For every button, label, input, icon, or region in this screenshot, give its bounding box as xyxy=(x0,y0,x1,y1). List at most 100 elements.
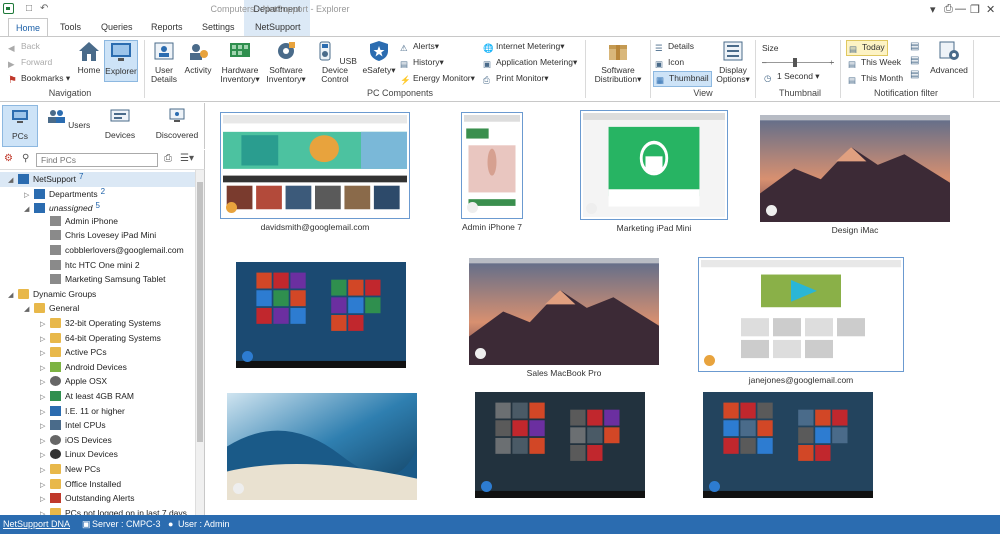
alert-filter-icon[interactable]: ⚙ xyxy=(4,153,13,164)
software-distribution-button[interactable]: Software Distribution▾ xyxy=(590,40,646,84)
users-view-button[interactable]: Users xyxy=(44,105,92,147)
discovered-view-button[interactable]: Discovered xyxy=(150,105,204,147)
expand-icon[interactable]: ▷ xyxy=(40,335,50,343)
display-options-button[interactable]: Display Options▾ xyxy=(714,40,752,84)
advanced-filter-button[interactable]: Advanced xyxy=(928,40,970,75)
tree-item[interactable]: ▷ Outstanding Alerts xyxy=(40,493,134,508)
printer-icon[interactable]: ⎙ xyxy=(164,153,172,164)
software-inventory-button[interactable]: Software Inventory▾ xyxy=(264,40,308,84)
tree-item[interactable]: ▷ At least 4GB RAM xyxy=(40,391,134,406)
expand-icon[interactable]: ▷ xyxy=(40,349,50,357)
tree-item[interactable]: ▷ Active PCs xyxy=(40,347,107,362)
bookmarks-button[interactable]: ⚑ Bookmarks ▾ xyxy=(8,73,70,86)
tab-netsupport[interactable]: NetSupport xyxy=(255,22,301,32)
esafety-button[interactable]: eSafety▾ xyxy=(362,40,396,75)
devices-view-button[interactable]: Devices xyxy=(96,105,144,147)
expand-icon[interactable]: ▷ xyxy=(40,393,50,401)
tree-item[interactable]: ▷ PCs not logged on in last 7 days xyxy=(40,507,187,515)
pc-thumbnail[interactable] xyxy=(227,393,417,500)
tree-item[interactable]: ▷ I.E. 11 or higher xyxy=(40,405,125,421)
tree-item[interactable]: ▷ Departments 2 xyxy=(24,187,105,202)
tree-item[interactable]: ▷ Office Installed xyxy=(40,478,121,494)
view-options-icon[interactable]: ☰▾ xyxy=(180,153,194,164)
hardware-inventory-button[interactable]: Hardware Inventory▾ xyxy=(218,40,262,84)
tab-queries[interactable]: Queries xyxy=(101,22,133,32)
pc-thumbnail[interactable] xyxy=(469,258,659,365)
tree-item[interactable]: htc HTC One mini 2 xyxy=(40,259,140,275)
pc-thumbnail[interactable] xyxy=(698,257,904,372)
pc-thumbnail[interactable] xyxy=(760,115,950,222)
tree-item[interactable]: Marketing Samsung Tablet xyxy=(40,274,165,289)
pc-thumbnail[interactable] xyxy=(236,262,406,368)
tree-item[interactable]: ◢ NetSupport 7 xyxy=(8,172,83,187)
tree-item[interactable]: ▷ Android Devices xyxy=(40,361,127,377)
printer-icon[interactable]: ⎙ xyxy=(944,3,953,16)
tab-reports[interactable]: Reports xyxy=(151,22,183,32)
tree-item[interactable]: ▷ 32-bit Operating Systems xyxy=(40,318,161,333)
collapse-icon[interactable]: ◢ xyxy=(24,205,34,213)
expand-icon[interactable]: ▷ xyxy=(40,408,50,416)
pc-thumbnail[interactable] xyxy=(580,110,728,220)
expand-icon[interactable]: ▷ xyxy=(40,364,50,372)
tree-item[interactable]: ◢ unassigned 5 xyxy=(24,201,100,216)
activity-button[interactable]: Activity xyxy=(182,40,214,75)
tree-item[interactable]: ▷ Intel CPUs xyxy=(40,420,106,435)
scroll-thumb[interactable] xyxy=(197,182,203,442)
filter-this-week-button[interactable]: ▤ This Week xyxy=(848,57,901,69)
usb-device-control-button[interactable]: USB Device Control xyxy=(312,40,358,84)
size-slider[interactable]: – + xyxy=(762,58,834,67)
tab-home[interactable]: Home xyxy=(8,18,49,37)
tab-settings[interactable]: Settings xyxy=(202,22,235,32)
minimize-icon[interactable]: — xyxy=(955,3,966,15)
pc-thumbnail[interactable] xyxy=(461,112,523,219)
user-details-button[interactable]: User Details xyxy=(147,40,181,84)
expand-icon[interactable]: ▷ xyxy=(40,378,50,386)
options-icon[interactable]: ▾ xyxy=(930,3,936,16)
expand-icon[interactable]: ▷ xyxy=(40,495,50,503)
back-button[interactable]: ◀ Back xyxy=(8,41,40,53)
tree-scrollbar[interactable] xyxy=(195,170,204,515)
tree-item[interactable]: Chris Lovesey iPad Mini xyxy=(40,230,156,245)
explorer-button[interactable]: Explorer xyxy=(104,40,138,82)
tree-item[interactable]: cobblerlovers@googlemail.com xyxy=(40,245,184,260)
tree-item[interactable]: ▷ Apple OSX xyxy=(40,376,107,391)
collapse-icon[interactable]: ◢ xyxy=(8,176,18,184)
forward-button[interactable]: ▶ Forward xyxy=(8,57,52,69)
expand-icon[interactable]: ▷ xyxy=(40,320,50,328)
pc-thumbnail[interactable] xyxy=(220,112,410,219)
energy-monitor-button[interactable]: ⚡ Energy Monitor▾ xyxy=(400,73,475,85)
alerts-button[interactable]: ⚠ Alerts▾ xyxy=(400,41,439,53)
tree-item[interactable]: ◢ Dynamic Groups xyxy=(8,288,96,304)
internet-metering-button[interactable]: 🌐 Internet Metering▾ xyxy=(483,41,565,53)
pcs-view-button[interactable]: PCs xyxy=(2,105,38,147)
expand-icon[interactable]: ▷ xyxy=(40,422,50,430)
tree-item[interactable]: ▷ New PCs xyxy=(40,464,100,479)
tab-tools[interactable]: Tools xyxy=(60,22,81,32)
refresh-interval-dropdown[interactable]: ◷ 1 Second ▾ xyxy=(764,71,820,83)
tree-item[interactable]: ▷ Linux Devices xyxy=(40,449,118,464)
home-button[interactable]: Home xyxy=(74,40,104,75)
expand-icon[interactable]: ▷ xyxy=(24,191,34,199)
pc-thumbnail[interactable] xyxy=(703,392,873,498)
view-thumbnail-button[interactable]: ▦ Thumbnail xyxy=(653,71,712,87)
view-icon-button[interactable]: ▣ Icon xyxy=(655,57,684,69)
view-details-button[interactable]: ☰ Details xyxy=(655,41,694,53)
collapse-icon[interactable]: ◢ xyxy=(24,305,34,313)
print-monitor-button[interactable]: ⎙ Print Monitor▾ xyxy=(483,73,548,85)
expand-icon[interactable]: ▷ xyxy=(40,466,50,474)
pc-thumbnail[interactable] xyxy=(475,392,645,498)
filter-today-button[interactable]: ▤ Today xyxy=(846,40,888,56)
close-icon[interactable]: ✕ xyxy=(986,3,995,16)
filter-this-month-button[interactable]: ▤ This Month xyxy=(848,73,903,85)
product-link[interactable]: NetSupport DNA xyxy=(3,519,70,529)
tree-item[interactable]: Admin iPhone xyxy=(40,215,118,231)
expand-icon[interactable]: ▷ xyxy=(40,451,50,459)
application-metering-button[interactable]: ▣ Application Metering▾ xyxy=(483,57,577,69)
maximize-icon[interactable]: ❐ xyxy=(970,3,980,16)
find-pcs-input[interactable] xyxy=(36,153,158,167)
expand-icon[interactable]: ▷ xyxy=(40,437,50,445)
collapse-icon[interactable]: ◢ xyxy=(8,291,18,299)
history-button[interactable]: ▤ History▾ xyxy=(400,57,444,69)
tree-item[interactable]: ◢ General xyxy=(24,303,79,318)
tree-item[interactable]: ▷ 64-bit Operating Systems xyxy=(40,332,161,348)
